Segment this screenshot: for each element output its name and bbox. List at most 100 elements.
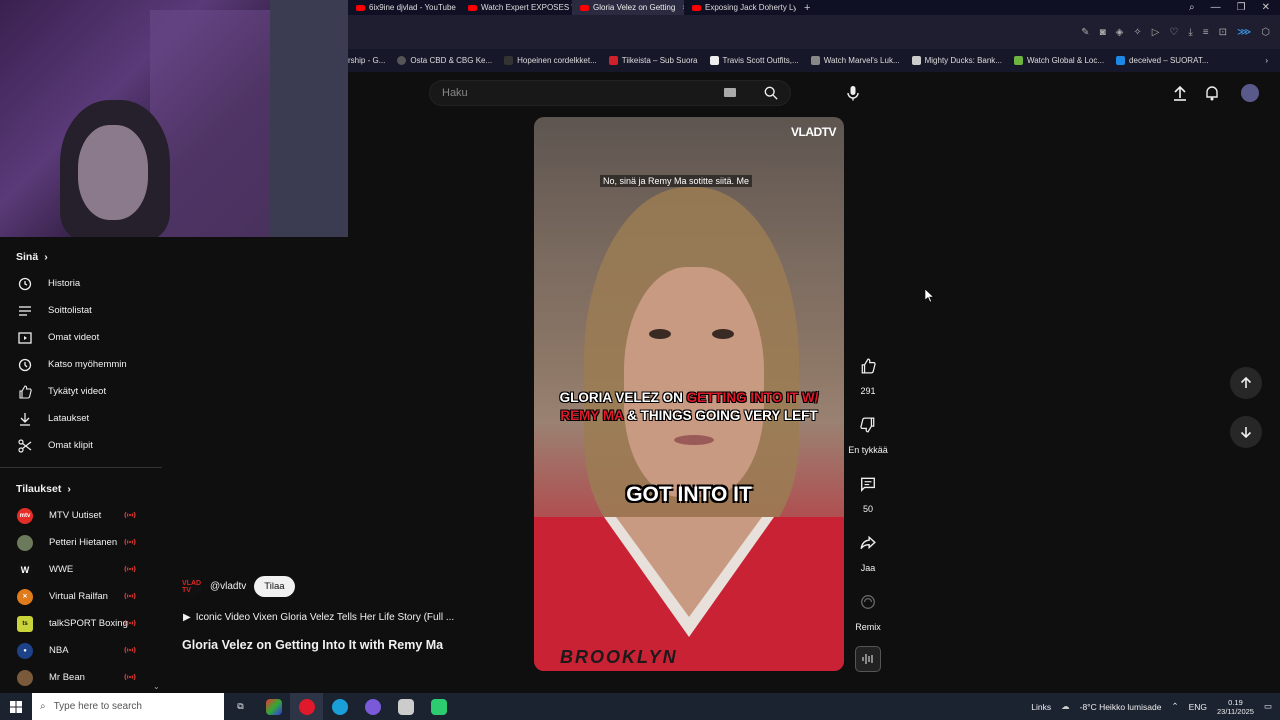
channel-avatar <box>17 534 33 551</box>
subscription-item[interactable]: ● NBA <box>0 637 162 664</box>
bookmark-item[interactable]: Osta CBD & CBG Ke... <box>397 56 492 65</box>
browser-tab-active[interactable]: Gloria Velez on Getting× <box>572 0 684 15</box>
channel-avatar[interactable]: VLAD TV <box>182 576 202 597</box>
play-icon[interactable]: ▷ <box>1152 27 1160 38</box>
audio-wave-icon <box>862 654 873 664</box>
taskbar-app[interactable] <box>356 693 389 720</box>
comment-count: 50 <box>862 504 873 514</box>
chevron-up-icon[interactable]: ⌃ <box>1171 701 1178 712</box>
subscribe-button[interactable]: Tilaa <box>254 576 295 597</box>
youtube-icon <box>692 4 701 11</box>
taskbar-app[interactable] <box>257 693 290 720</box>
lock-icon[interactable]: ⊡ <box>1219 27 1227 38</box>
share-button[interactable]: Jaa <box>846 531 890 573</box>
previous-short-button[interactable] <box>1230 367 1262 399</box>
like-button[interactable]: 291 <box>846 354 890 396</box>
subscription-item[interactable]: Petteri Hietanen <box>0 529 162 556</box>
clock[interactable]: 0.19 23/11/2025 <box>1217 698 1254 716</box>
settings-icon[interactable]: ⬡ <box>1261 27 1270 38</box>
browser-tab[interactable]: Watch Expert EXPOSES "B× <box>460 0 572 15</box>
chevron-right-icon: › <box>44 251 48 263</box>
taskbar-app[interactable] <box>389 693 422 720</box>
bookmark-item[interactable]: rship - G... <box>348 56 385 65</box>
taskbar-app[interactable] <box>422 693 455 720</box>
notifications-icon[interactable] <box>1204 85 1220 101</box>
close-window-button[interactable]: ✕ <box>1262 2 1270 13</box>
keyboard-icon[interactable] <box>724 88 736 97</box>
taskbar-app-opera[interactable] <box>290 693 323 720</box>
new-tab-button[interactable]: + <box>796 2 818 14</box>
bookmark-item[interactable]: Mighty Ducks: Bank... <box>911 56 1002 65</box>
subscription-item[interactable]: mtv MTV Uutiset <box>0 502 162 529</box>
subscription-item[interactable]: W WWE <box>0 556 162 583</box>
sidebar-subscriptions-header[interactable]: Tilaukset › <box>0 476 162 502</box>
edit-icon[interactable]: ✎ <box>1081 27 1089 38</box>
chevron-down-icon[interactable]: ⌄ <box>153 682 160 691</box>
microphone-icon[interactable] <box>845 85 861 101</box>
menu-icon[interactable]: ≡ <box>1203 27 1209 38</box>
bookmark-item[interactable]: Watch Global & Loc... <box>1013 56 1104 65</box>
bookmark-item[interactable]: Watch Marvel's Luk... <box>810 56 900 65</box>
browser-tab[interactable]: 6ix9ine djvlad - YouTube× <box>348 0 460 15</box>
app-icon <box>430 698 447 715</box>
taskbar-app-edge[interactable] <box>323 693 356 720</box>
links-toolbar[interactable]: Links <box>1031 702 1051 712</box>
windows-icon <box>10 700 22 713</box>
sidebar-item-downloads[interactable]: Lataukset <box>0 405 162 432</box>
related-video-link[interactable]: ▶ Iconic Video Vixen Gloria Velez Tells … <box>183 612 454 623</box>
site-icon <box>504 56 514 65</box>
browser-tab[interactable]: Exposing Jack Doherty Ly× <box>684 0 796 15</box>
sidebar-item-my-videos[interactable]: Omat videot <box>0 324 162 351</box>
extension-icon[interactable]: ✧ <box>1133 27 1141 38</box>
bookmark-item[interactable]: Tiikeista – Sub Suora <box>608 56 698 65</box>
search-icon[interactable] <box>764 86 778 100</box>
sidebar-item-history[interactable]: Historia <box>0 270 162 297</box>
search-input[interactable]: Haku <box>429 80 791 106</box>
screen: 6ix9ine djvlad - YouTube× Watch Expert E… <box>0 0 1280 720</box>
subscription-item[interactable]: ts talkSPORT Boxing <box>0 610 162 637</box>
camera-icon[interactable]: ◙ <box>1100 27 1106 38</box>
taskbar-search-input[interactable]: ⌕ Type here to search <box>32 693 224 720</box>
audio-track-thumbnail[interactable] <box>855 646 881 672</box>
upload-icon[interactable] <box>1172 85 1188 101</box>
sidebar-item-liked-videos[interactable]: Tykätyt videot <box>0 378 162 405</box>
system-tray: Links ☁ -8°C Heikko lumisade ⌃ ENG 0.19 … <box>1031 698 1280 716</box>
subscription-item[interactable]: ✕ Virtual Railfan <box>0 583 162 610</box>
remix-button[interactable]: Remix <box>846 590 890 632</box>
weather-text[interactable]: -8°C Heikko lumisade <box>1080 702 1162 712</box>
heart-icon[interactable]: ♡ <box>1169 27 1178 38</box>
search-tabs-icon[interactable]: ⌕ <box>1189 2 1195 13</box>
site-icon <box>709 56 719 65</box>
vpn-icon[interactable]: ⋙ <box>1237 27 1251 38</box>
bookmark-item[interactable]: deceived – SUORAT... <box>1116 56 1209 65</box>
opera-icon <box>298 698 315 715</box>
download-icon[interactable]: ⤓ <box>1188 27 1192 38</box>
maximize-button[interactable]: ❐ <box>1237 2 1246 13</box>
my-videos-icon <box>17 330 32 345</box>
comment-icon <box>856 472 880 496</box>
language-indicator[interactable]: ENG <box>1189 702 1207 712</box>
short-video-player[interactable]: VLADTV No, sinä ja Remy Ma sotitte siitä… <box>534 117 844 671</box>
notification-center-icon[interactable]: ▭ <box>1264 701 1272 712</box>
bookmarks-bar: rship - G... Osta CBD & CBG Ke... Hopein… <box>348 49 1280 72</box>
sidebar-item-playlists[interactable]: Soittolistat <box>0 297 162 324</box>
minimize-button[interactable]: — <box>1211 2 1221 13</box>
dislike-button[interactable]: En tykkää <box>846 413 890 455</box>
webcam-overlay <box>0 0 348 237</box>
avatar[interactable] <box>1241 84 1259 102</box>
start-button[interactable] <box>0 693 32 720</box>
windows-taskbar: ⌕ Type here to search ⧉ Links ☁ -8°C Hei… <box>0 693 1280 720</box>
more-bookmarks-icon[interactable]: › <box>1265 56 1280 65</box>
bookmark-item[interactable]: Hopeinen cordelkket... <box>504 56 597 65</box>
next-short-button[interactable] <box>1230 416 1262 448</box>
channel-handle[interactable]: @vladtv <box>210 581 246 592</box>
comments-button[interactable]: 50 <box>846 472 890 514</box>
sidebar-you-header[interactable]: Sinä › <box>0 244 162 270</box>
subscription-item[interactable]: Mr Bean <box>0 664 162 691</box>
sidebar-item-clips[interactable]: Omat klipit <box>0 432 162 459</box>
bookmark-item[interactable]: Travis Scott Outfits,... <box>709 56 799 65</box>
sidebar-item-watch-later[interactable]: Katso myöhemmin <box>0 351 162 378</box>
mouse-cursor-icon <box>925 289 935 303</box>
shield-icon[interactable]: ◈ <box>1116 27 1124 38</box>
task-view-button[interactable]: ⧉ <box>224 693 257 720</box>
